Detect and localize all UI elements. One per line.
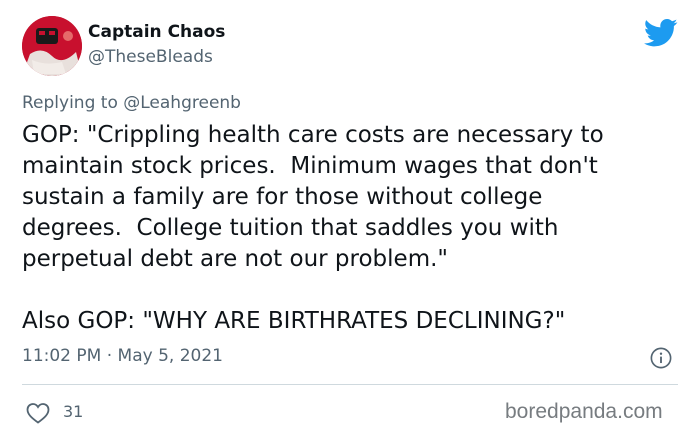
twitter-bird-icon[interactable] [644, 18, 678, 48]
divider [22, 384, 678, 385]
heart-icon[interactable] [26, 402, 50, 424]
watermark: boredpanda.com [505, 400, 663, 423]
tweet-text: GOP: "Crippling health care costs are ne… [22, 122, 604, 334]
reply-mention-link[interactable]: @Leahgreenb [123, 93, 241, 113]
like-count: 31 [63, 402, 84, 421]
avatar-image [22, 16, 82, 76]
tweet-timestamp[interactable]: 11:02 PM · May 5, 2021 [22, 346, 223, 366]
reply-context: Replying to @Leahgreenb [22, 93, 241, 113]
info-icon[interactable] [650, 347, 672, 369]
avatar[interactable] [22, 16, 82, 76]
reply-prefix: Replying to [22, 93, 124, 113]
author-name[interactable]: Captain Chaos [88, 22, 225, 42]
author-handle[interactable]: @TheseBleads [88, 47, 213, 67]
